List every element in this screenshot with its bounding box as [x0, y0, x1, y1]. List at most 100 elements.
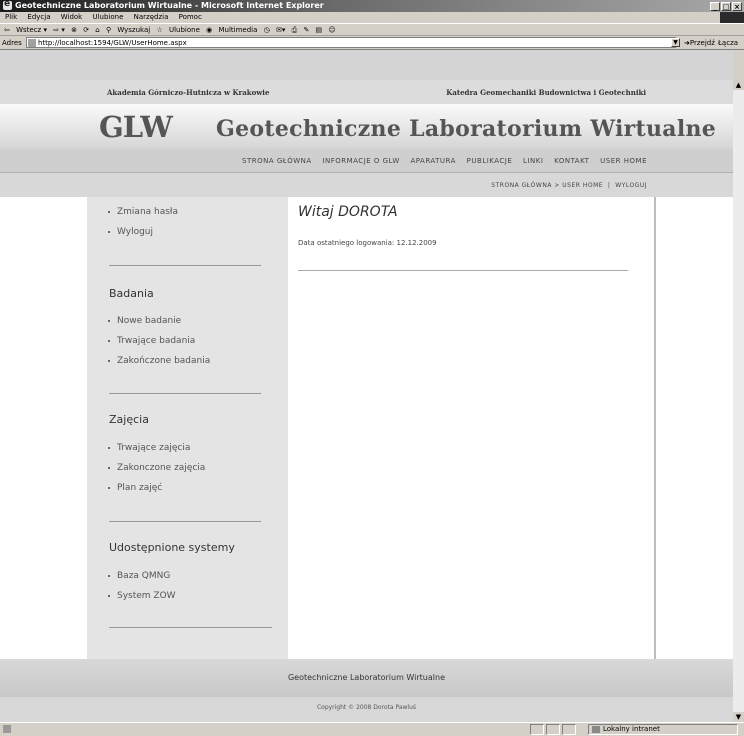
page-viewport: Akademia Górniczo-Hutnicza w Krakowie Ka…: [0, 50, 733, 722]
logout-side-link[interactable]: Wyloguj: [117, 227, 153, 237]
ongoing-classes-link[interactable]: Trwające zajęcia: [117, 443, 190, 453]
menu-file[interactable]: Plik: [5, 13, 17, 21]
nav-home[interactable]: STRONA GŁÓWNA: [242, 157, 312, 165]
sidebar: Zmiana hasła Wyloguj Badania Nowe badani…: [87, 197, 288, 659]
address-bar: Adres http://localhost:1594/GLW/UserHome…: [0, 36, 744, 50]
copyright-text: Copyright © 2008 Dorota Pawluś: [316, 704, 417, 711]
site-logo[interactable]: GLW: [99, 110, 173, 144]
menu-tools[interactable]: Narzędzia: [134, 13, 169, 21]
window-title: Geotechniczne Laboratorium Wirtualne - M…: [15, 1, 324, 10]
intranet-icon: [592, 726, 600, 733]
multimedia-button[interactable]: ◉ Multimedia: [206, 26, 257, 34]
status-page-icon: [3, 725, 11, 733]
status-cell: [530, 724, 544, 735]
main-navigation: STRONA GŁÓWNA INFORMACJE O GLW APARATURA…: [0, 149, 733, 173]
ie-icon: [3, 0, 12, 10]
messenger-icon[interactable]: ☺: [328, 26, 335, 34]
university-name[interactable]: Akademia Górniczo-Hutnicza w Krakowie: [107, 88, 269, 97]
bullet-icon: [108, 447, 110, 449]
links-button[interactable]: Łącza: [718, 36, 738, 50]
go-button[interactable]: ➜Przejdź: [684, 36, 715, 50]
menu-favorites[interactable]: Ulubione: [92, 13, 123, 21]
breadcrumb-row: STRONA GŁÓWNA > USER HOME | WYLOGUJ: [0, 173, 733, 197]
stop-icon[interactable]: ⊗: [71, 26, 77, 34]
bullet-icon: [108, 231, 110, 233]
history-icon[interactable]: ◷: [264, 26, 270, 34]
bullet-icon: [108, 211, 110, 213]
security-zone: Lokalny intranet: [588, 724, 738, 735]
sidebar-divider: [109, 393, 261, 394]
footer-title: Geotechniczne Laboratorium Wirtualne: [287, 673, 445, 682]
zow-system-link[interactable]: System ZOW: [117, 591, 176, 601]
window-titlebar: Geotechniczne Laboratorium Wirtualne - M…: [0, 0, 744, 12]
bullet-icon: [108, 575, 110, 577]
finished-classes-link[interactable]: Zakonczone zajęcia: [117, 463, 205, 473]
address-url: http://localhost:1594/GLW/UserHome.aspx: [38, 39, 187, 47]
menu-help[interactable]: Pomoc: [179, 13, 202, 21]
footer: Geotechniczne Laboratorium Wirtualne: [0, 659, 733, 697]
forward-button[interactable]: ⇨ ▾: [53, 26, 65, 34]
search-label: Wyszukaj: [117, 26, 151, 34]
last-login-text: Data ostatniego logowania: 12.12.2009: [298, 239, 437, 247]
address-input[interactable]: http://localhost:1594/GLW/UserHome.aspx: [26, 37, 676, 48]
windows-logo-icon: [720, 12, 744, 23]
mail-icon[interactable]: ✉▾: [276, 26, 285, 34]
site-title: Geotechniczne Laboratorium Wirtualne: [216, 116, 717, 142]
menu-view[interactable]: Widok: [61, 13, 83, 21]
minimize-button[interactable]: _: [710, 2, 720, 11]
section-title-zajecia: Zajęcia: [109, 413, 149, 426]
favorites-button[interactable]: ☆ Ulubione: [156, 26, 199, 34]
qmng-database-link[interactable]: Baza QMNG: [117, 571, 170, 581]
bullet-icon: [108, 595, 110, 597]
edit-icon[interactable]: ✎: [303, 26, 309, 34]
zone-label: Lokalny intranet: [603, 725, 660, 733]
vertical-scrollbar[interactable]: ▲ ▼: [733, 80, 744, 722]
new-test-link[interactable]: Nowe badanie: [117, 316, 181, 326]
ongoing-tests-link[interactable]: Trwające badania: [117, 336, 195, 346]
home-icon[interactable]: ⌂: [95, 26, 99, 34]
copyright-row: Copyright © 2008 Dorota Pawluś: [0, 697, 733, 722]
menu-bar: Plik Edycja Widok Ulubione Narzędzia Pom…: [0, 12, 744, 23]
nav-links[interactable]: LINKI: [523, 157, 543, 165]
finished-tests-link[interactable]: Zakończone badania: [117, 356, 210, 366]
page-body: Zmiana hasła Wyloguj Badania Nowe badani…: [0, 197, 733, 659]
page-icon: [28, 39, 36, 47]
change-password-link[interactable]: Zmiana hasła: [117, 207, 178, 217]
bullet-icon: [108, 340, 110, 342]
multimedia-label: Multimedia: [218, 26, 258, 34]
nav-user-home[interactable]: USER HOME: [600, 157, 647, 165]
discuss-icon[interactable]: ▤: [316, 26, 323, 34]
address-label: Adres: [2, 39, 22, 47]
refresh-icon[interactable]: ⟳: [83, 26, 89, 34]
scroll-down-icon[interactable]: ▼: [733, 712, 744, 722]
nav-about[interactable]: INFORMACJE O GLW: [322, 157, 399, 165]
class-schedule-link[interactable]: Plan zajęć: [117, 483, 162, 493]
status-cell: [562, 724, 576, 735]
close-button[interactable]: ×: [732, 2, 742, 11]
sidebar-divider: [109, 265, 261, 266]
back-label: Wstecz: [16, 26, 42, 34]
bullet-icon: [108, 487, 110, 489]
print-icon[interactable]: ⎙: [292, 26, 298, 34]
address-dropdown-icon[interactable]: ▼: [671, 38, 680, 47]
nav-publications[interactable]: PUBLIKACJE: [467, 157, 513, 165]
breadcrumb-path[interactable]: STRONA GŁÓWNA > USER HOME: [491, 182, 603, 189]
scroll-up-icon[interactable]: ▲: [733, 80, 744, 90]
section-title-badania: Badania: [109, 287, 154, 300]
main-content: Witaj DOROTA Data ostatniego logowania: …: [288, 197, 654, 659]
maximize-button[interactable]: □: [721, 2, 731, 11]
section-title-systems: Udostępnione systemy: [109, 541, 235, 554]
bullet-icon: [108, 360, 110, 362]
status-bar: Lokalny intranet: [0, 722, 744, 736]
back-button[interactable]: ⇦ Wstecz ▾: [4, 26, 47, 34]
search-button[interactable]: ⚲ Wyszukaj: [106, 26, 150, 34]
logout-link[interactable]: WYLOGUJ: [615, 182, 647, 189]
page-top-strip: [0, 50, 733, 80]
menu-edit[interactable]: Edycja: [27, 13, 50, 21]
bullet-icon: [108, 467, 110, 469]
go-label: Przejdź: [689, 39, 715, 47]
department-name[interactable]: Katedra Geomechaniki Budownictwa i Geote…: [446, 88, 646, 97]
nav-equipment[interactable]: APARATURA: [410, 157, 455, 165]
nav-contact[interactable]: KONTAKT: [554, 157, 589, 165]
sidebar-divider: [109, 521, 261, 522]
